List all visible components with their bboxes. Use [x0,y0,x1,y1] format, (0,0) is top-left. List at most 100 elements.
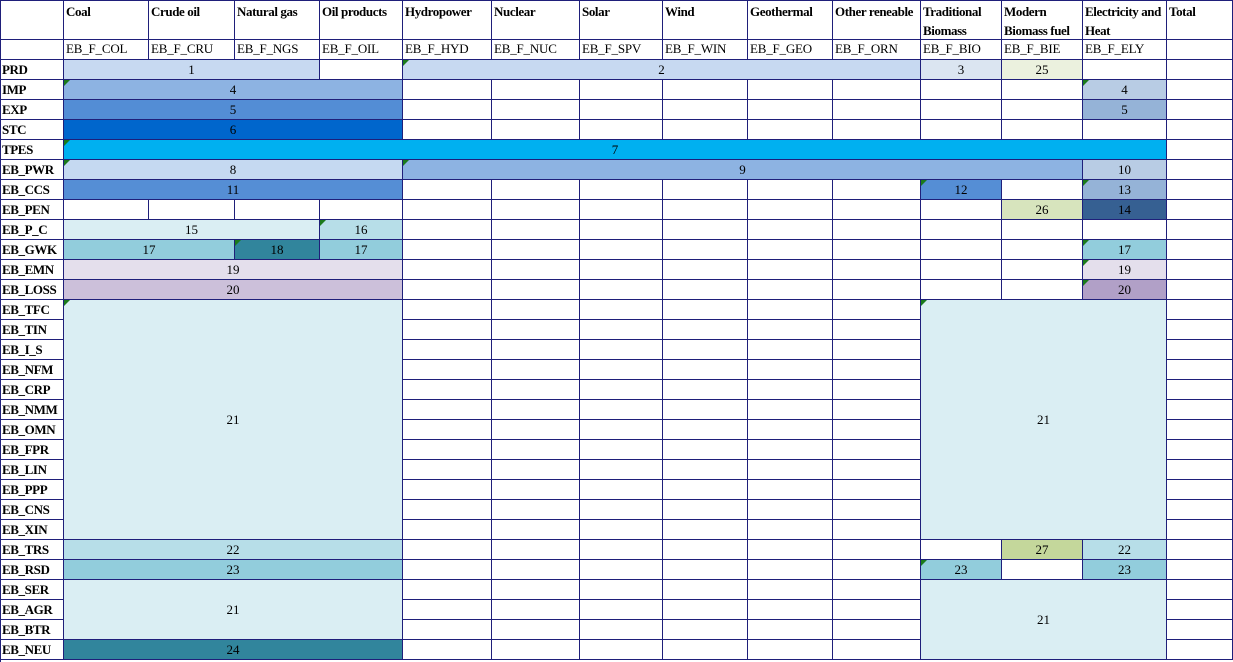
merged-block[interactable]: 4 [1083,80,1167,100]
grid-cell[interactable] [663,380,748,400]
grid-cell[interactable] [580,260,663,280]
grid-cell[interactable] [580,380,663,400]
grid-cell[interactable] [403,460,492,480]
grid-cell[interactable] [833,620,921,640]
grid-cell[interactable] [492,500,580,520]
column-code[interactable]: EB_F_ELY [1083,40,1167,60]
grid-cell[interactable] [748,480,833,500]
grid-cell[interactable] [403,560,492,580]
merged-block[interactable]: 25 [1002,60,1083,80]
merged-block[interactable]: 24 [64,640,403,660]
row-label[interactable]: EB_FPR [0,440,64,460]
grid-cell[interactable] [1167,140,1233,160]
merged-block[interactable]: 20 [1083,280,1167,300]
grid-cell[interactable] [748,220,833,240]
grid-cell[interactable] [580,600,663,620]
grid-cell[interactable] [1083,120,1167,140]
merged-block[interactable]: 19 [1083,260,1167,280]
merged-block[interactable]: 15 [64,220,320,240]
grid-cell[interactable] [833,320,921,340]
grid-cell[interactable] [1002,120,1083,140]
row-label[interactable]: STC [0,120,64,140]
grid-cell[interactable] [492,420,580,440]
grid-cell[interactable] [921,80,1002,100]
row-label[interactable]: EB_CRP [0,380,64,400]
grid-cell[interactable] [833,520,921,540]
grid-cell[interactable] [1002,100,1083,120]
merged-block[interactable]: 21 [921,580,1167,660]
row-label[interactable]: EB_TRS [0,540,64,560]
grid-cell[interactable] [149,200,235,220]
grid-cell[interactable] [663,620,748,640]
grid-cell[interactable] [833,640,921,660]
grid-cell[interactable] [748,380,833,400]
grid-cell[interactable] [663,580,748,600]
column-code[interactable] [1167,40,1233,60]
grid-cell[interactable] [403,100,492,120]
merged-block[interactable]: 19 [64,260,403,280]
grid-cell[interactable] [1083,60,1167,80]
merged-block[interactable]: 18 [235,240,320,260]
grid-cell[interactable] [64,200,149,220]
column-header[interactable]: Solar [580,0,663,40]
grid-cell[interactable] [1167,160,1233,180]
grid-cell[interactable] [403,640,492,660]
grid-cell[interactable] [403,380,492,400]
grid-cell[interactable] [403,220,492,240]
column-code[interactable]: EB_F_OIL [320,40,403,60]
grid-cell[interactable] [580,460,663,480]
column-header[interactable]: Crude oil [149,0,235,40]
merged-block[interactable]: 21 [64,300,403,540]
column-code[interactable]: EB_F_SPV [580,40,663,60]
grid-cell[interactable] [492,620,580,640]
grid-cell[interactable] [580,120,663,140]
grid-cell[interactable] [492,80,580,100]
row-label[interactable]: EB_AGR [0,600,64,620]
merged-block[interactable]: 14 [1083,200,1167,220]
row-label[interactable]: EB_PWR [0,160,64,180]
grid-cell[interactable] [1167,380,1233,400]
grid-cell[interactable] [663,340,748,360]
grid-cell[interactable] [833,560,921,580]
grid-cell[interactable] [403,120,492,140]
grid-cell[interactable] [748,80,833,100]
grid-cell[interactable] [403,540,492,560]
row-label[interactable]: PRD [0,60,64,80]
grid-cell[interactable] [833,500,921,520]
grid-cell[interactable] [748,500,833,520]
grid-cell[interactable] [580,520,663,540]
column-code[interactable]: EB_F_BIO [921,40,1002,60]
grid-cell[interactable] [833,600,921,620]
grid-cell[interactable] [1167,580,1233,600]
grid-cell[interactable] [833,220,921,240]
grid-cell[interactable] [663,440,748,460]
grid-cell[interactable] [748,560,833,580]
grid-cell[interactable] [663,80,748,100]
row-label[interactable]: EB_OMN [0,420,64,440]
merged-block[interactable]: 23 [64,560,403,580]
merged-block[interactable]: 9 [403,160,1083,180]
grid-cell[interactable] [748,620,833,640]
row-label[interactable]: EB_NFM [0,360,64,380]
grid-cell[interactable] [748,120,833,140]
grid-cell[interactable] [580,100,663,120]
grid-cell[interactable] [235,200,320,220]
grid-cell[interactable] [403,280,492,300]
row-label[interactable]: EB_NEU [0,640,64,660]
grid-cell[interactable] [663,520,748,540]
grid-cell[interactable] [492,480,580,500]
grid-cell[interactable] [748,280,833,300]
grid-cell[interactable] [748,360,833,380]
grid-cell[interactable] [748,440,833,460]
grid-cell[interactable] [748,100,833,120]
grid-cell[interactable] [833,180,921,200]
grid-cell[interactable] [663,220,748,240]
grid-cell[interactable] [1167,60,1233,80]
grid-cell[interactable] [921,240,1002,260]
grid-cell[interactable] [492,600,580,620]
row-label[interactable]: EB_LIN [0,460,64,480]
grid-cell[interactable] [403,300,492,320]
grid-cell[interactable] [403,320,492,340]
grid-cell[interactable] [1167,240,1233,260]
grid-cell[interactable] [921,280,1002,300]
